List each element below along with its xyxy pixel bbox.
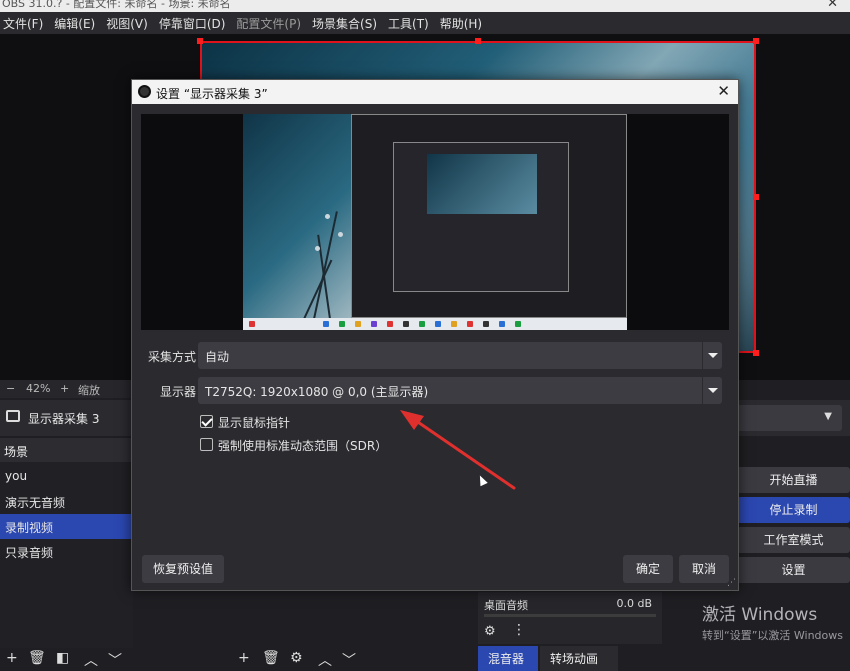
annotation-arrow <box>400 410 516 490</box>
arrow-shaft <box>410 416 516 490</box>
arrow-head <box>400 410 424 430</box>
